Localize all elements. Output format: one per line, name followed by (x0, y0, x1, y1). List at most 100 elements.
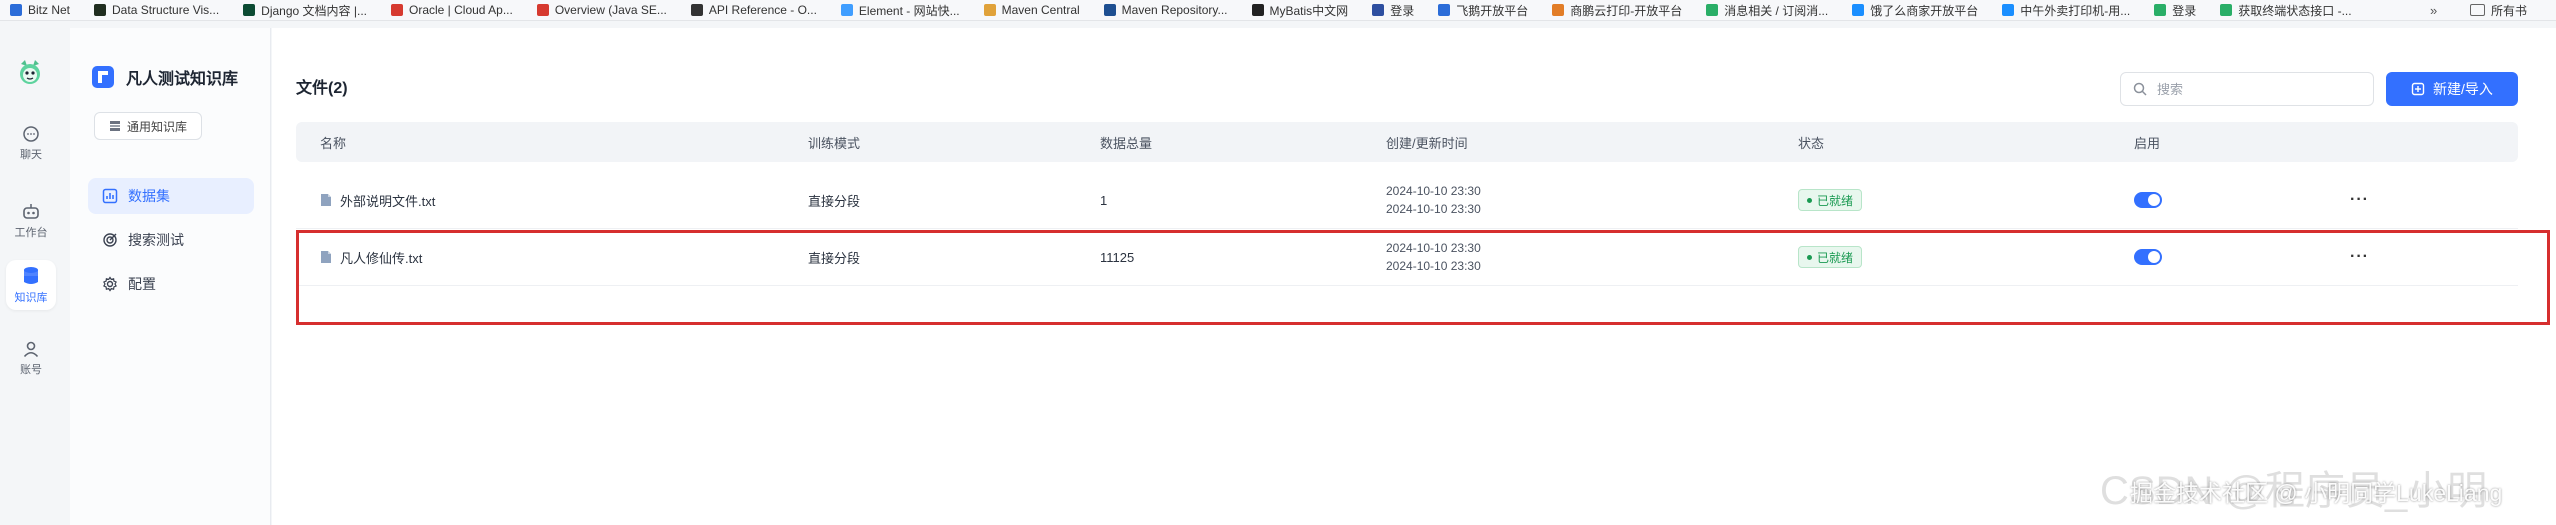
column-header-time[interactable]: 创建/更新时间 (1386, 122, 1468, 162)
chat-icon (23, 125, 39, 142)
kb-type-icon (110, 121, 120, 131)
search-box[interactable] (2120, 72, 2374, 106)
bookmark-item[interactable]: 登录 (2144, 2, 2210, 19)
status-dot-icon (1807, 197, 1812, 203)
kb-sidebar: 凡人测试知识库 通用知识库 数据集 搜索测试 配置 (70, 28, 271, 525)
bookmark-item[interactable]: Overview (Java SE... (527, 3, 681, 17)
bookmark-icon (1103, 4, 1116, 16)
rail-label: 聊天 (20, 148, 42, 161)
created-time: 2024-10-10 23:30 (1386, 241, 1481, 255)
more-actions-icon[interactable]: ··· (2350, 248, 2369, 266)
bookmark-item[interactable]: Element - 网站快... (831, 2, 974, 19)
table-row[interactable]: 凡人修仙传.txt 直接分段 11125 2024-10-10 23:30 20… (296, 229, 2518, 286)
kb-title: 凡人测试知识库 (126, 71, 239, 88)
bookmark-item[interactable]: Maven Central (974, 3, 1094, 17)
bookmark-icon (1852, 4, 1865, 16)
bookmark-item[interactable]: Django 文档内容 |... (233, 2, 381, 19)
bookmark-item[interactable]: 飞鹅开放平台 (1428, 2, 1542, 19)
more-actions-icon[interactable]: ··· (2350, 191, 2369, 209)
status-label: 已就绪 (1817, 193, 1854, 208)
bookmark-icon (2002, 4, 2015, 16)
toggle-knob (2148, 194, 2160, 206)
kb-header: 凡人测试知识库 (90, 64, 238, 90)
main-panel: 文件(2) 新建/导入 名称 训练模式 数据总量 创建/更新时间 状态 启用 (272, 28, 2556, 525)
mode-cell: 直接分段 (808, 250, 861, 266)
file-name-cell[interactable]: 凡人修仙传.txt (320, 229, 422, 285)
menu-label: 搜索测试 (128, 232, 184, 248)
menu-item-dataset[interactable]: 数据集 (88, 178, 254, 214)
file-name: 凡人修仙传.txt (340, 250, 423, 266)
bookmark-item[interactable]: 中午外卖打印机-用... (1992, 2, 2144, 19)
rail-label: 工作台 (14, 226, 48, 239)
column-header-status[interactable]: 状态 (1798, 122, 1824, 162)
bookmark-item[interactable]: 饿了么商家开放平台 (1842, 2, 1992, 19)
rail-label: 账号 (20, 363, 42, 376)
bookmark-label: 获取终端状态接口 -... (2238, 3, 2352, 18)
menu-label: 数据集 (128, 188, 170, 204)
user-icon (23, 341, 39, 357)
status-badge: 已就绪 (1798, 246, 1863, 268)
target-icon (103, 233, 117, 247)
search-input[interactable] (2155, 80, 2359, 98)
column-header-name[interactable]: 名称 (320, 122, 346, 162)
rail-item-account[interactable]: 账号 (6, 333, 56, 383)
table-row[interactable]: 外部说明文件.txt 直接分段 1 2024-10-10 23:30 2024-… (296, 172, 2518, 229)
updated-time: 2024-10-10 23:30 (1386, 202, 1481, 216)
menu-label: 配置 (128, 276, 156, 292)
folder-icon (2470, 4, 2485, 16)
file-name: 外部说明文件.txt (340, 193, 436, 209)
toggle-knob (2148, 251, 2160, 263)
bookmark-item[interactable]: Data Structure Vis... (84, 3, 233, 17)
bookmarks-bar: Bitz Net Data Structure Vis... Django 文档… (0, 0, 2556, 21)
enable-toggle[interactable] (2134, 192, 2162, 208)
file-name-cell[interactable]: 外部说明文件.txt (320, 172, 435, 228)
bookmark-item[interactable]: Maven Repository... (1094, 3, 1242, 17)
kb-type-tag[interactable]: 通用知识库 (94, 112, 203, 140)
count-cell: 1 (1100, 192, 1108, 208)
enable-toggle[interactable] (2134, 249, 2162, 265)
enabled-cell (2134, 229, 2162, 285)
new-import-button[interactable]: 新建/导入 (2386, 72, 2518, 106)
bookmarks-overflow-button[interactable]: » (2430, 0, 2437, 20)
column-header-enabled[interactable]: 启用 (2134, 122, 2160, 162)
bookmark-item[interactable]: 商鹏云打印-开放平台 (1542, 2, 1696, 19)
status-dot-icon (1807, 254, 1812, 260)
robot-icon (23, 203, 39, 219)
file-icon (321, 251, 331, 263)
bookmark-label: Data Structure Vis... (112, 3, 220, 17)
bookmark-icon (1251, 4, 1264, 16)
count-cell: 11125 (1100, 249, 1135, 265)
bookmark-label: Maven Repository... (1121, 3, 1228, 17)
database-icon (24, 266, 38, 284)
column-header-count[interactable]: 数据总量 (1100, 122, 1152, 162)
rail-item-knowledge-base[interactable]: 知识库 (6, 260, 56, 310)
bookmark-label: Django 文档内容 |... (261, 3, 367, 18)
bookmark-item[interactable]: MyBatis中文网 (1242, 2, 1363, 19)
mode-cell: 直接分段 (808, 193, 861, 209)
time-cell: 2024-10-10 23:30 2024-10-10 23:30 (1386, 172, 1481, 228)
bookmark-item[interactable]: 消息相关 / 订阅消... (1696, 2, 1842, 19)
enabled-cell (2134, 172, 2162, 228)
bookmark-item[interactable]: Oracle | Cloud Ap... (381, 3, 527, 17)
row-actions-cell: ··· (2350, 172, 2369, 228)
column-header-mode[interactable]: 训练模式 (808, 122, 860, 162)
rail-item-workbench[interactable]: 工作台 (6, 196, 56, 246)
table-header: 名称 训练模式 数据总量 创建/更新时间 状态 启用 (296, 122, 2518, 162)
bookmark-label: Element - 网站快... (858, 3, 960, 18)
bookmark-label: 饿了么商家开放平台 (1870, 3, 1979, 18)
menu-item-search-test[interactable]: 搜索测试 (88, 222, 254, 258)
bookmark-label: 登录 (1390, 3, 1415, 18)
menu-item-config[interactable]: 配置 (88, 266, 254, 302)
bookmark-icon (536, 4, 549, 16)
bookmark-item[interactable]: 获取终端状态接口 -... (2210, 2, 2365, 19)
all-bookmarks-folder[interactable]: 所有书 (2470, 0, 2527, 20)
rail-label: 知识库 (14, 291, 48, 304)
all-bookmarks-label: 所有书 (2491, 3, 2528, 18)
bookmark-icon (983, 4, 996, 16)
bookmark-item[interactable]: API Reference - O... (681, 3, 831, 17)
bookmark-item[interactable]: Bitz Net (0, 3, 84, 17)
bookmark-item[interactable]: 登录 (1362, 2, 1428, 19)
status-badge: 已就绪 (1798, 189, 1863, 211)
rail-item-chat[interactable]: 聊天 (6, 118, 56, 168)
file-icon (321, 194, 331, 206)
